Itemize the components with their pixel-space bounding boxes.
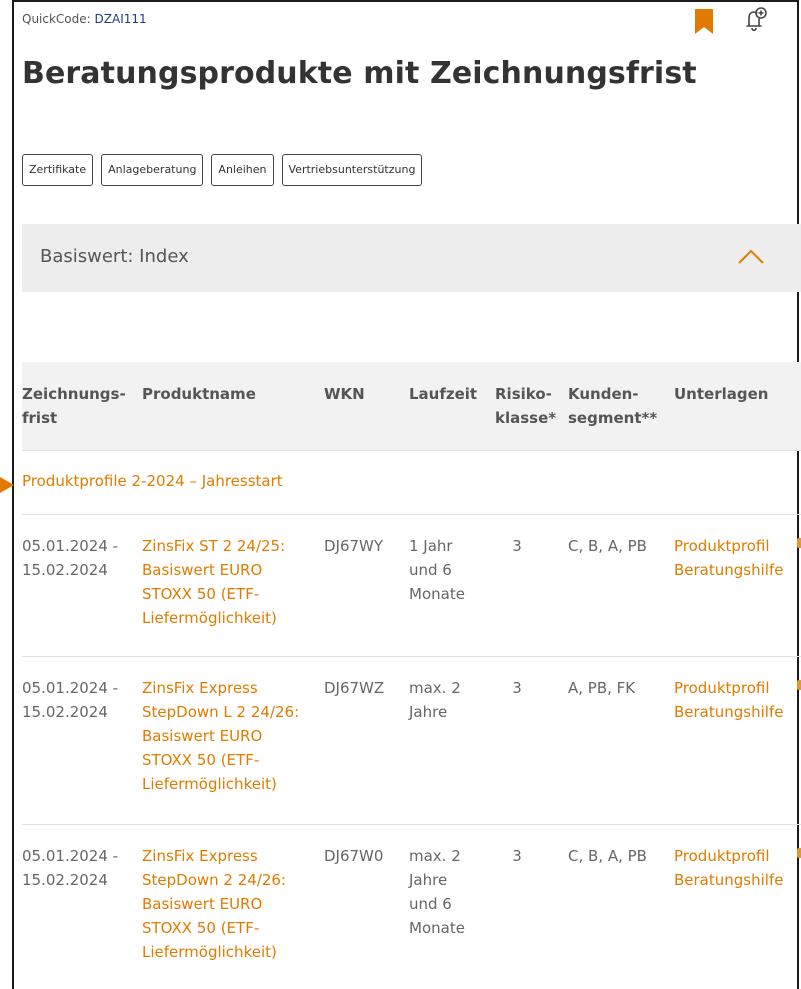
frist-start: 05.01.2024 - <box>22 679 119 697</box>
laufzeit-line: und 6 <box>409 895 452 913</box>
cell-laufzeit: max. 2 Jahre <box>409 676 461 724</box>
column-header-risiko-line1: Risiko- <box>495 385 552 403</box>
product-name-line: ZinsFix ST 2 24/25: <box>142 537 286 555</box>
product-name-line: StepDown 2 24/26: <box>142 871 287 889</box>
divider <box>22 656 801 657</box>
cell-unterlagen: Produktprofil Beratungshilfe <box>674 844 783 892</box>
frist-end: 15.02.2024 <box>22 871 108 889</box>
cell-frist: 05.01.2024 - 15.02.2024 <box>22 534 118 582</box>
overflow-indicator <box>797 848 801 858</box>
tag-vertriebsunterstuetzung[interactable]: Vertriebsunterstützung <box>281 154 423 186</box>
frist-start: 05.01.2024 - <box>22 847 119 865</box>
column-header-produktname: Produktname <box>142 385 256 403</box>
column-header-kundensegment: Kunden- segment** <box>568 382 657 430</box>
column-header-frist-line2: frist <box>22 409 58 427</box>
cell-kundensegment: A, PB, FK <box>568 679 636 697</box>
product-link[interactable]: ZinsFix ST 2 24/25: Basiswert EURO STOXX… <box>142 534 285 630</box>
column-header-wkn: WKN <box>324 385 365 403</box>
laufzeit-line: Monate <box>409 919 465 937</box>
product-name-line: Basiswert EURO <box>142 727 263 745</box>
quickcode: QuickCode: DZAI111 <box>22 12 147 26</box>
frist-end: 15.02.2024 <box>22 561 108 579</box>
cell-wkn: DJ67WZ <box>324 679 385 697</box>
tag-zertifikate[interactable]: Zertifikate <box>22 154 94 186</box>
product-name-line: Basiswert EURO <box>142 561 263 579</box>
cell-laufzeit: 1 Jahr und 6 Monate <box>409 534 465 606</box>
bookmark-icon[interactable] <box>695 9 713 34</box>
overflow-indicator <box>797 538 801 548</box>
product-name-line: ZinsFix Express <box>142 847 258 865</box>
product-name-line: STOXX 50 (ETF- <box>142 585 260 603</box>
laufzeit-line: Monate <box>409 585 465 603</box>
column-header-unterlagen: Unterlagen <box>674 385 769 403</box>
chevron-up-icon[interactable] <box>736 244 766 268</box>
link-produktprofil[interactable]: Produktprofil <box>674 676 783 700</box>
product-name-line: StepDown L 2 24/26: <box>142 703 300 721</box>
quickcode-value[interactable]: DZAI111 <box>95 12 147 26</box>
cell-risikoklasse: 3 <box>512 537 522 555</box>
laufzeit-line: 1 Jahr <box>409 537 453 555</box>
cell-wkn: DJ67W0 <box>324 847 384 865</box>
quickcode-label: QuickCode: <box>22 12 91 26</box>
tag-anleihen[interactable]: Anleihen <box>211 154 274 186</box>
cell-wkn: DJ67WY <box>324 537 384 555</box>
link-beratungshilfe[interactable]: Beratungshilfe <box>674 868 783 892</box>
cell-unterlagen: Produktprofil Beratungshilfe <box>674 534 783 582</box>
product-name-line: STOXX 50 (ETF- <box>142 919 260 937</box>
page-frame: QuickCode: DZAI111 Beratungsprodukte mit… <box>0 0 801 989</box>
laufzeit-line: und 6 <box>409 561 452 579</box>
column-header-risiko-line2: klasse* <box>495 409 557 427</box>
column-header-frist: Zeichnungs- frist <box>22 382 126 430</box>
cell-laufzeit: max. 2 Jahre und 6 Monate <box>409 844 465 940</box>
pointer-arrow-icon <box>0 477 14 493</box>
product-name-line: STOXX 50 (ETF- <box>142 751 260 769</box>
cell-frist: 05.01.2024 - 15.02.2024 <box>22 676 118 724</box>
product-name-line: Liefermöglichkeit) <box>142 775 277 793</box>
laufzeit-line: Jahre <box>409 871 448 889</box>
divider <box>22 824 801 825</box>
divider <box>22 450 801 451</box>
product-link[interactable]: ZinsFix Express StepDown 2 24/26: Basisw… <box>142 844 286 964</box>
link-produktprofil[interactable]: Produktprofil <box>674 534 783 558</box>
link-beratungshilfe[interactable]: Beratungshilfe <box>674 558 783 582</box>
product-link[interactable]: ZinsFix Express StepDown L 2 24/26: Basi… <box>142 676 299 796</box>
laufzeit-line: max. 2 <box>409 679 461 697</box>
product-name-line: Liefermöglichkeit) <box>142 943 277 961</box>
overflow-indicator <box>797 680 801 690</box>
frist-start: 05.01.2024 - <box>22 537 119 555</box>
column-header-laufzeit: Laufzeit <box>409 385 478 403</box>
cell-risikoklasse: 3 <box>512 679 522 697</box>
product-name-line: Liefermöglichkeit) <box>142 609 277 627</box>
cell-risikoklasse: 3 <box>512 847 522 865</box>
product-name-line: ZinsFix Express <box>142 679 258 697</box>
cell-frist: 05.01.2024 - 15.02.2024 <box>22 844 118 892</box>
frist-end: 15.02.2024 <box>22 703 108 721</box>
laufzeit-line: max. 2 <box>409 847 461 865</box>
bell-add-icon[interactable] <box>743 6 769 32</box>
product-name-line: Basiswert EURO <box>142 895 263 913</box>
column-header-risikoklasse: Risiko- klasse* <box>495 382 556 430</box>
main-content: QuickCode: DZAI111 Beratungsprodukte mit… <box>22 0 801 989</box>
tag-filter-list: Zertifikate Anlageberatung Anleihen Vert… <box>22 154 423 186</box>
table-header: Zeichnungs- frist Produktname WKN Laufze… <box>22 362 801 450</box>
accordion-label: Basiswert: Index <box>40 246 189 267</box>
group-link-produktprofile[interactable]: Produktprofile 2-2024 – Jahresstart <box>22 472 283 490</box>
tag-anlageberatung[interactable]: Anlageberatung <box>101 154 204 186</box>
page-title: Beratungsprodukte mit Zeichnungsfrist <box>22 56 697 91</box>
cell-unterlagen: Produktprofil Beratungshilfe <box>674 676 783 724</box>
cell-kundensegment: C, B, A, PB <box>568 847 647 865</box>
link-produktprofil[interactable]: Produktprofil <box>674 844 783 868</box>
column-header-frist-line1: Zeichnungs- <box>22 385 126 403</box>
laufzeit-line: Jahre <box>409 703 448 721</box>
cell-kundensegment: C, B, A, PB <box>568 537 647 555</box>
accordion-basiswert-index[interactable]: Basiswert: Index <box>22 224 801 292</box>
column-header-segment-line2: segment** <box>568 409 658 427</box>
divider <box>22 514 801 515</box>
column-header-segment-line1: Kunden- <box>568 385 639 403</box>
link-beratungshilfe[interactable]: Beratungshilfe <box>674 700 783 724</box>
